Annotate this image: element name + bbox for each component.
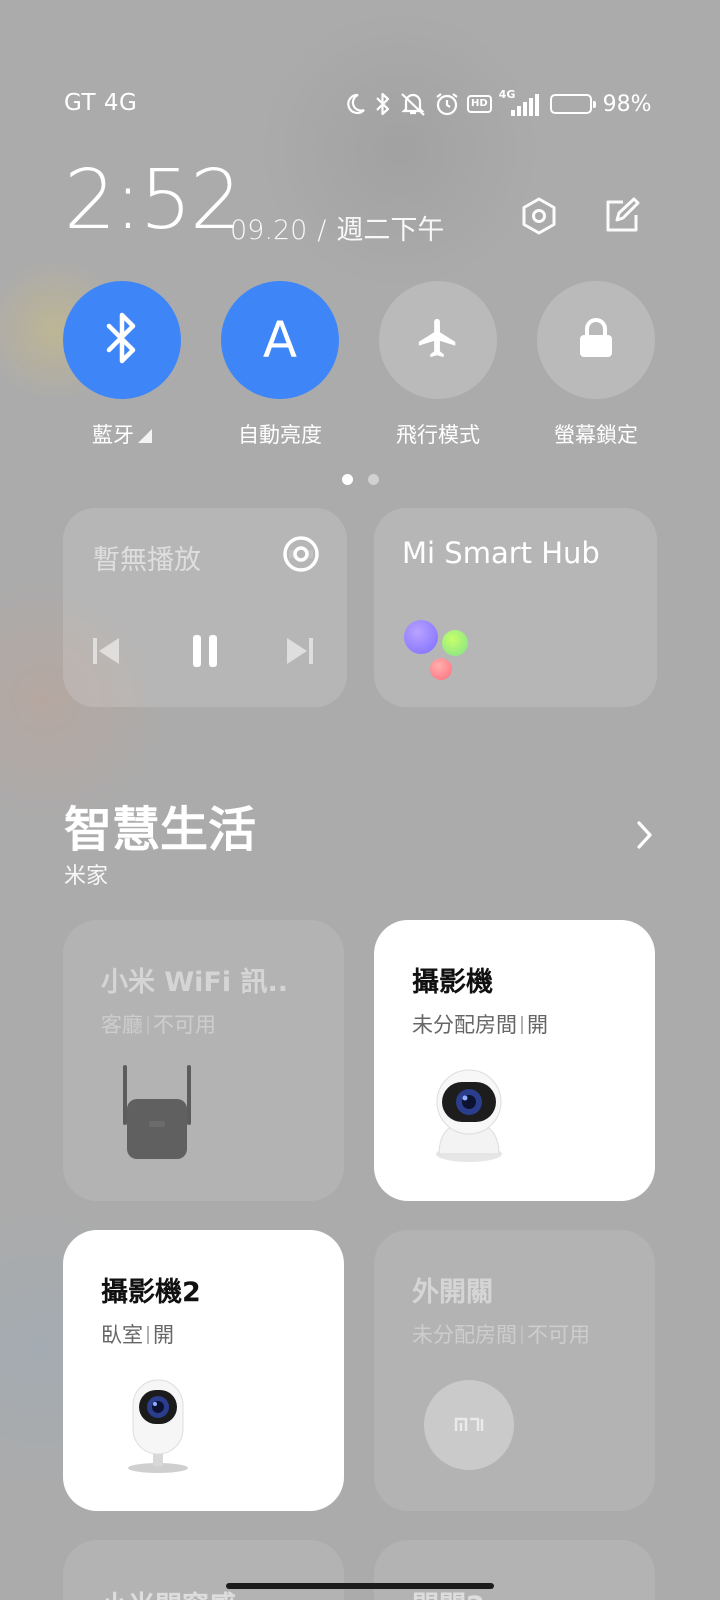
lock-icon [578,318,614,362]
wifi-extender-icon [121,1065,193,1167]
airplane-icon [415,315,461,365]
device-card-wifi-extender[interactable]: 小米 WiFi 訊.. 客廳 不可用 [63,920,344,1201]
hub-title: Mi Smart Hub [402,536,600,570]
device-card-camera[interactable]: 攝影機 未分配房間開 [374,920,655,1201]
toggle-label-bluetooth: 藍牙 [42,419,202,449]
section-subtitle: 米家 [64,864,109,889]
webcam-icon [125,1378,191,1478]
device-name: 外開關 [412,1277,493,1308]
page-dot-active [342,474,353,485]
toggle-label-screen-lock: 螢幕鎖定 [554,423,638,447]
device-status: 臥室開 [101,1323,174,1347]
device-card-switch-2[interactable]: 開關2 [374,1540,655,1600]
toggle-bluetooth[interactable] [63,281,181,399]
bluetooth-expand-icon [138,429,152,443]
media-card[interactable]: 暫無播放 [63,508,347,707]
edit-icon[interactable] [598,193,644,239]
mi-switch-icon [424,1380,514,1470]
cast-icon[interactable] [281,534,321,578]
device-card-door-sensor[interactable]: 小米門窗感 [63,1540,344,1600]
mute-icon [399,91,427,117]
alarm-icon [434,91,460,117]
device-name: 小米 WiFi 訊.. [101,967,289,998]
home-indicator[interactable] [226,1583,494,1589]
mi-smart-hub-card[interactable]: Mi Smart Hub [374,508,657,707]
device-name: 攝影機2 [101,1277,201,1308]
date-value: 09.20 [230,215,308,246]
moon-icon [343,92,367,116]
device-status: 客廳 不可用 [101,1013,216,1037]
device-name: 攝影機 [412,967,493,998]
previous-icon[interactable] [91,636,121,670]
toggle-airplane-mode[interactable] [379,281,497,399]
toggle-screen-lock[interactable] [537,281,655,399]
bluetooth-icon [103,312,141,368]
device-card-camera-2[interactable]: 攝影機2 臥室開 [63,1230,344,1511]
auto-brightness-icon: A [262,311,298,369]
section-title[interactable]: 智慧生活 [64,790,256,860]
chevron-right-icon[interactable] [636,820,654,854]
bluetooth-icon [374,91,392,117]
page-dot [368,474,379,485]
device-name: 小米門窗感 [101,1584,236,1600]
weekday-value: 週二下午 [336,215,445,246]
ptz-camera-icon [434,1068,504,1168]
media-title: 暫無播放 [93,545,201,576]
toggle-auto-brightness[interactable]: A [221,281,339,399]
device-status: 未分配房間開 [412,1013,548,1037]
battery-percent: 98% [602,91,652,117]
date-separator: / [317,215,327,246]
clock-time[interactable]: 2:52 [64,160,242,242]
pause-icon[interactable] [191,634,219,672]
hd-icon: HD [467,95,492,113]
toggle-label-auto-brightness: 自動亮度 [238,423,322,447]
next-icon[interactable] [285,636,315,670]
network-badge: 4G [498,88,516,101]
date-text[interactable]: 09.20 / 週二下午 [230,208,444,247]
device-card-outer-switch[interactable]: 外開關 未分配房間 不可用 [374,1230,655,1511]
assistant-orbs-icon [404,620,484,690]
status-icons: HD 4G 98% [343,88,652,118]
battery-icon [549,94,596,114]
carrier-label: GT 4G [64,90,138,116]
settings-icon[interactable] [516,193,562,239]
toggle-label-airplane: 飛行模式 [396,423,480,447]
device-status: 未分配房間 不可用 [412,1323,590,1347]
signal-4g-icon: 4G [499,88,539,116]
